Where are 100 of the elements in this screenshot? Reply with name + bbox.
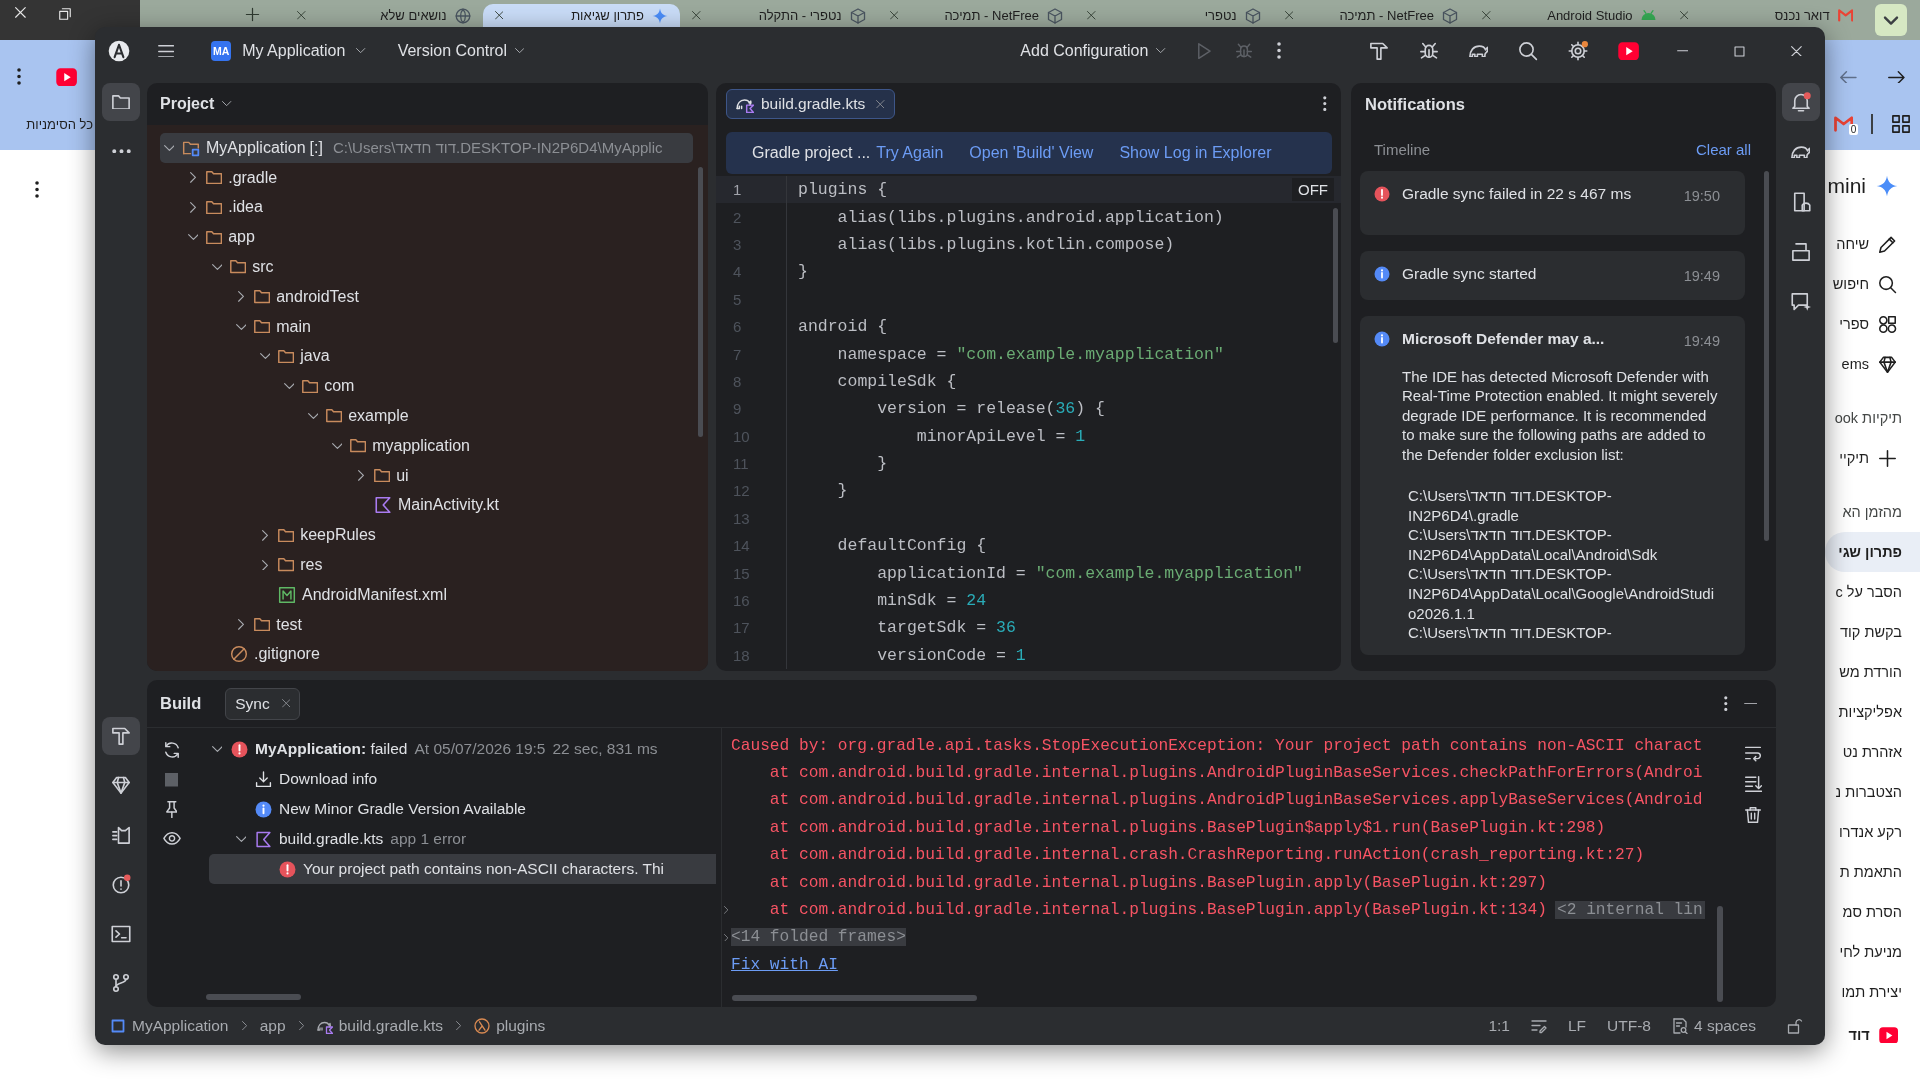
search-icon[interactable]: [1517, 41, 1538, 61]
soft-wrap-icon[interactable]: [1743, 744, 1762, 762]
chat-item[interactable]: הצטברות נ: [1825, 772, 1920, 812]
more-icon[interactable]: [17, 68, 22, 86]
tree-item[interactable]: java: [160, 341, 693, 372]
close-icon[interactable]: [1087, 11, 1096, 20]
link[interactable]: Clear all: [1695, 140, 1751, 158]
scrollbar[interactable]: [1717, 906, 1723, 1002]
chevron-right-icon[interactable]: [262, 529, 268, 541]
close-icon[interactable]: [297, 11, 306, 20]
tool-window-button[interactable]: [102, 716, 140, 755]
hammer-icon[interactable]: [1368, 41, 1389, 61]
sync-icon[interactable]: [162, 741, 181, 759]
eye-icon[interactable]: [162, 831, 181, 845]
close-icon[interactable]: [889, 11, 898, 20]
apps-grid-icon[interactable]: [1891, 114, 1911, 134]
chat-item[interactable]: התאמת ת: [1825, 852, 1920, 892]
chevron-down-icon[interactable]: [235, 836, 247, 842]
tree-item[interactable]: myapplication: [160, 430, 693, 461]
chevron-right-icon[interactable]: [238, 619, 244, 631]
chat-item[interactable]: הסרת סמ: [1825, 892, 1920, 932]
tree-item[interactable]: test: [160, 609, 693, 640]
bookmark-item[interactable]: כל הסימניות: [26, 116, 93, 132]
chevron-down-icon[interactable]: [283, 383, 295, 390]
chevron-down-icon[interactable]: [331, 442, 343, 449]
maximize-icon[interactable]: [1733, 44, 1746, 58]
vcs-dropdown[interactable]: Version Control: [389, 37, 533, 65]
status-toggle[interactable]: OFF: [1292, 178, 1334, 201]
tree-item[interactable]: MyApplication: failed At 05/07/2026 19:5 22 sec, 831 ms: [209, 734, 716, 764]
lines-edit-icon[interactable]: [1530, 1018, 1547, 1034]
bug-icon[interactable]: [1418, 41, 1439, 61]
chevron-right-icon[interactable]: [724, 933, 729, 942]
tree-item[interactable]: app: [160, 222, 693, 253]
more-icon[interactable]: [1323, 96, 1327, 112]
chevron-right-icon[interactable]: [724, 906, 729, 914]
browser-tab[interactable]: נטפרי: [1075, 4, 1273, 27]
menu-icon[interactable]: [158, 44, 175, 58]
scrollbar[interactable]: [732, 995, 977, 1001]
tool-window-button[interactable]: [1781, 83, 1820, 121]
tree-item[interactable]: build.gradle.kts app 1 error: [209, 824, 716, 854]
sidebar-item[interactable]: ספרי: [1825, 304, 1920, 344]
elephant-icon[interactable]: [1468, 44, 1488, 58]
panel-tab[interactable]: Sync: [225, 687, 301, 720]
forward-arrow-icon[interactable]: [1887, 70, 1905, 84]
tool-window-button[interactable]: [102, 83, 140, 121]
link[interactable]: Show Log in Explorer: [1119, 144, 1272, 162]
more-icon[interactable]: [1276, 42, 1281, 60]
editor-tab[interactable]: build.gradle.kts: [726, 89, 895, 119]
tree-item[interactable]: androidTest: [160, 282, 693, 312]
breadcrumb[interactable]: build.gradle.kts: [316, 1017, 443, 1035]
tree-item[interactable]: .gradle: [160, 162, 693, 193]
scrollbar[interactable]: [698, 167, 703, 437]
video-logo-icon[interactable]: [1617, 41, 1639, 61]
chevron-down-icon[interactable]: [307, 413, 319, 420]
scrollbar[interactable]: [206, 994, 301, 1000]
breadcrumb[interactable]: app: [259, 1017, 286, 1035]
application-dropdown[interactable]: MA My Application: [203, 36, 374, 66]
sidebar-item[interactable]: שיחה: [1825, 224, 1920, 264]
chevron-right-icon[interactable]: [190, 172, 196, 184]
unlocked-icon[interactable]: [1787, 1018, 1803, 1034]
chat-item[interactable]: הסבר על c: [1825, 572, 1920, 612]
pin-icon[interactable]: [165, 800, 178, 818]
tree-item[interactable]: .idea: [160, 192, 693, 223]
line-separator[interactable]: LF: [1567, 1017, 1587, 1035]
tree-item[interactable]: keepRules: [160, 520, 693, 551]
cursor-position[interactable]: 1:1: [1488, 1017, 1510, 1035]
tree-item[interactable]: com: [160, 371, 693, 402]
tree-item[interactable]: MainActivity.kt: [160, 490, 693, 521]
scrollbar[interactable]: [1764, 171, 1769, 541]
browser-tab[interactable]: NetFree - תמיכה: [1272, 4, 1470, 27]
minimize-icon[interactable]: [1743, 702, 1757, 705]
file-encoding[interactable]: UTF-8: [1607, 1017, 1651, 1035]
tree-item[interactable]: Download info: [209, 764, 716, 794]
chevron-down-icon[interactable]: [211, 264, 223, 271]
link[interactable]: Open 'Build' View: [969, 144, 1094, 162]
link[interactable]: Try Again: [876, 144, 944, 162]
more-icon[interactable]: [1724, 695, 1728, 712]
chat-item[interactable]: מניעת לחי: [1825, 932, 1920, 972]
tree-item[interactable]: example: [160, 401, 693, 431]
back-arrow-icon[interactable]: [1840, 70, 1858, 84]
chevron-right-icon[interactable]: [238, 291, 244, 303]
tree-item[interactable]: Your project path contains non-ASCII characters. Thi: [209, 854, 716, 884]
scroll-to-end-icon[interactable]: [1743, 775, 1762, 793]
breadcrumb[interactable]: plugins: [474, 1017, 546, 1035]
restore-icon[interactable]: [57, 7, 72, 21]
chevron-right-icon[interactable]: [262, 559, 268, 571]
chat-item[interactable]: אזהרת נט: [1825, 732, 1920, 772]
browser-tab[interactable]: נטפרי - התקלה: [680, 4, 878, 27]
chevron-down-icon[interactable]: [259, 353, 271, 360]
indent-setting[interactable]: 4 spaces: [1671, 1017, 1756, 1035]
sidebar-item[interactable]: ems: [1825, 344, 1920, 384]
tree-item[interactable]: src: [160, 252, 693, 282]
chat-item[interactable]: רקע אנדרו: [1825, 812, 1920, 852]
tree-item[interactable]: New Minor Gradle Version Available: [209, 794, 716, 824]
breadcrumb[interactable]: MyApplication: [110, 1017, 229, 1035]
trash-icon[interactable]: [1743, 806, 1762, 824]
app-logo-icon[interactable]: [108, 40, 130, 62]
chat-item[interactable]: אפליקציות: [1825, 692, 1920, 732]
sidebar-item[interactable]: חיפוש: [1825, 264, 1920, 304]
chat-item[interactable]: פתרון שגי: [1825, 532, 1920, 572]
